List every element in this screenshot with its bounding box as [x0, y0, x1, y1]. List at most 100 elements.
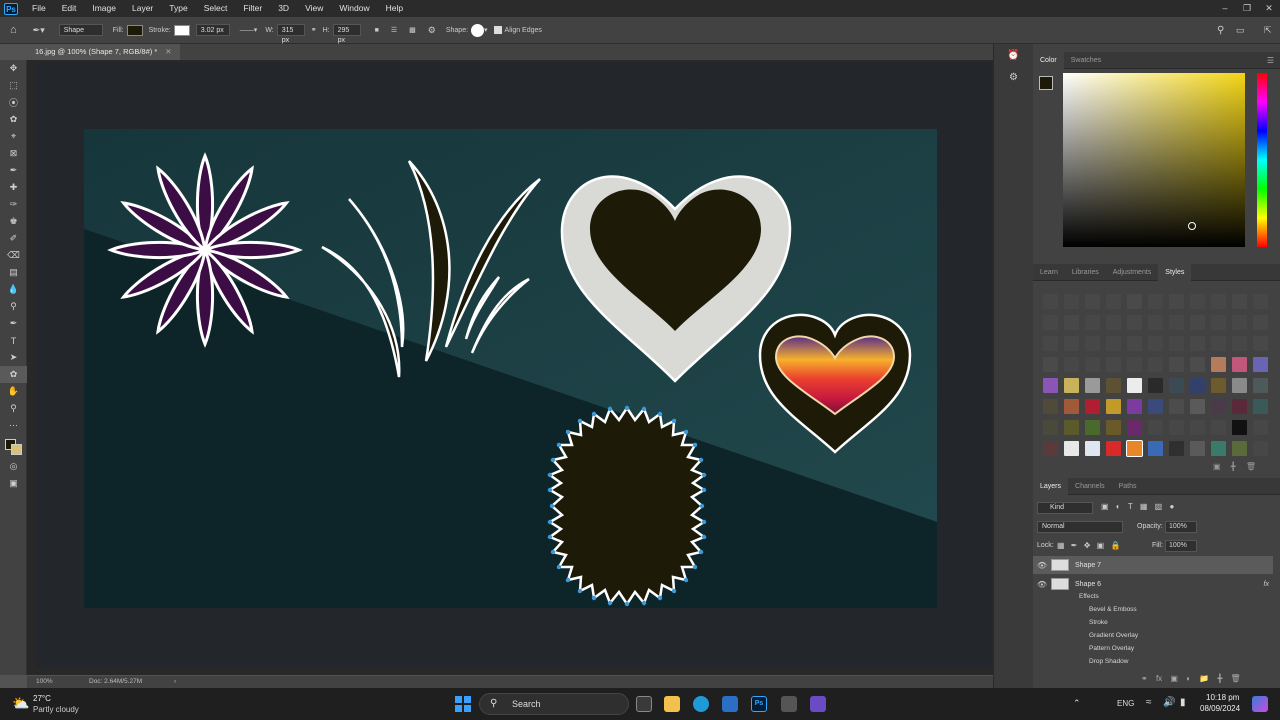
- style-swatch[interactable]: [1253, 315, 1268, 330]
- marquee-tool-icon[interactable]: ⬚: [0, 77, 27, 94]
- blur-tool-icon[interactable]: 💧: [0, 281, 27, 298]
- visibility-eye-icon[interactable]: 👁: [1033, 580, 1051, 589]
- style-swatch[interactable]: [1064, 399, 1079, 414]
- style-swatch[interactable]: [1085, 336, 1100, 351]
- style-swatch[interactable]: [1148, 315, 1163, 330]
- style-swatch[interactable]: [1190, 315, 1205, 330]
- lasso-tool-icon[interactable]: ⦿: [0, 94, 27, 111]
- style-swatch[interactable]: [1064, 441, 1079, 456]
- effect-stroke[interactable]: Stroke: [1089, 619, 1108, 626]
- tab-adjustments[interactable]: Adjustments: [1106, 264, 1159, 281]
- quick-select-tool-icon[interactable]: ✿: [0, 111, 27, 128]
- layer-name[interactable]: Shape 7: [1075, 562, 1101, 569]
- edge-browser-icon[interactable]: [693, 696, 709, 712]
- style-swatch[interactable]: [1232, 315, 1247, 330]
- style-swatch[interactable]: [1064, 336, 1079, 351]
- style-swatch[interactable]: [1127, 399, 1142, 414]
- style-swatch[interactable]: [1211, 315, 1226, 330]
- style-swatch[interactable]: [1085, 315, 1100, 330]
- stroke-swatch[interactable]: [173, 24, 190, 36]
- visibility-eye-icon[interactable]: 👁: [1033, 561, 1051, 570]
- style-swatch[interactable]: [1232, 294, 1247, 309]
- path-alignment-icon[interactable]: ☰: [391, 26, 397, 34]
- fill-input[interactable]: 100%: [1165, 540, 1197, 552]
- move-tool-icon[interactable]: ✥: [0, 60, 27, 77]
- type-tool-icon[interactable]: T: [0, 332, 27, 349]
- style-swatch[interactable]: [1232, 336, 1247, 351]
- layer-effects-badge[interactable]: fx: [1264, 581, 1269, 588]
- style-swatch[interactable]: [1106, 315, 1121, 330]
- style-swatch[interactable]: [1253, 336, 1268, 351]
- style-swatch[interactable]: [1211, 420, 1226, 435]
- menu-type[interactable]: Type: [161, 0, 195, 17]
- new-style-icon[interactable]: ╋: [1231, 462, 1236, 471]
- clock-time[interactable]: 10:18 pm: [1206, 693, 1239, 702]
- search-icon[interactable]: ⚲: [1217, 25, 1224, 36]
- taskbar-search[interactable]: ⚲ Search: [479, 693, 629, 715]
- trash-icon[interactable]: 🗑: [1231, 674, 1241, 683]
- photoshop-taskbar-icon[interactable]: Ps: [751, 696, 767, 712]
- workspace-icon[interactable]: ▭: [1236, 25, 1245, 36]
- new-group-icon[interactable]: 📁: [1199, 674, 1209, 683]
- style-swatch[interactable]: [1106, 294, 1121, 309]
- fill-swatch[interactable]: [126, 24, 143, 36]
- shape-picker[interactable]: [471, 23, 485, 37]
- minimize-icon[interactable]: –: [1214, 0, 1236, 17]
- style-swatch[interactable]: [1043, 420, 1058, 435]
- foreground-color-swatch[interactable]: [1039, 76, 1053, 90]
- properties-panel-icon[interactable]: ⚙: [1005, 72, 1023, 88]
- frame-tool-icon[interactable]: ⊠: [0, 145, 27, 162]
- color-picker-field[interactable]: [1063, 73, 1245, 247]
- lock-artboard-icon[interactable]: ▣: [1097, 541, 1105, 550]
- style-swatch[interactable]: [1190, 336, 1205, 351]
- crop-tool-icon[interactable]: ⌖: [0, 128, 27, 145]
- weather-description[interactable]: Partly cloudy: [33, 705, 79, 714]
- style-swatch[interactable]: [1064, 357, 1079, 372]
- style-swatch[interactable]: [1169, 420, 1184, 435]
- style-swatch[interactable]: [1106, 357, 1121, 372]
- image-canvas[interactable]: [84, 129, 937, 608]
- style-swatch[interactable]: [1148, 378, 1163, 393]
- tab-swatches[interactable]: Swatches: [1064, 52, 1108, 69]
- style-swatch[interactable]: [1043, 315, 1058, 330]
- style-swatch[interactable]: [1106, 399, 1121, 414]
- tray-chevron-icon[interactable]: ⌃: [1073, 698, 1081, 709]
- style-swatch[interactable]: [1211, 441, 1226, 456]
- volume-icon[interactable]: 🔊: [1163, 697, 1175, 708]
- style-swatch[interactable]: [1169, 399, 1184, 414]
- windows-start-icon[interactable]: [455, 696, 471, 712]
- style-swatch[interactable]: [1169, 357, 1184, 372]
- folder-icon[interactable]: ▣: [1213, 462, 1221, 471]
- language-indicator[interactable]: ENG: [1117, 699, 1134, 708]
- filter-smart-object-icon[interactable]: ▧: [1155, 502, 1163, 511]
- style-swatch[interactable]: [1169, 294, 1184, 309]
- menu-layer[interactable]: Layer: [124, 0, 161, 17]
- tab-learn[interactable]: Learn: [1033, 264, 1065, 281]
- filter-adjustment-icon[interactable]: ◐: [1116, 502, 1121, 511]
- style-swatch[interactable]: [1148, 357, 1163, 372]
- panel-menu-icon[interactable]: ☰: [1267, 56, 1274, 65]
- restore-icon[interactable]: ❐: [1236, 0, 1258, 17]
- style-swatch[interactable]: [1232, 399, 1247, 414]
- foreground-background-colors[interactable]: [0, 434, 27, 458]
- new-layer-icon[interactable]: ╋: [1217, 674, 1222, 683]
- layer-name[interactable]: Shape 6: [1075, 581, 1101, 588]
- menu-select[interactable]: Select: [196, 0, 236, 17]
- style-swatch[interactable]: [1043, 336, 1058, 351]
- path-arrangement-icon[interactable]: ▩: [409, 26, 416, 34]
- battery-icon[interactable]: ▮: [1180, 697, 1186, 708]
- style-swatch[interactable]: [1043, 357, 1058, 372]
- style-swatch[interactable]: [1253, 399, 1268, 414]
- style-swatch[interactable]: [1064, 315, 1079, 330]
- style-swatch[interactable]: [1085, 420, 1100, 435]
- height-input[interactable]: 295 px: [332, 24, 361, 44]
- task-view-icon[interactable]: [636, 696, 652, 712]
- style-swatch[interactable]: [1211, 399, 1226, 414]
- filter-toggle-icon[interactable]: ●: [1169, 502, 1174, 511]
- home-icon[interactable]: ⌂: [10, 24, 17, 36]
- style-swatch[interactable]: [1211, 294, 1226, 309]
- style-swatch[interactable]: [1232, 420, 1247, 435]
- style-swatch[interactable]: [1169, 441, 1184, 456]
- menu-help[interactable]: Help: [378, 0, 411, 17]
- effect-gradient-overlay[interactable]: Gradient Overlay: [1089, 632, 1138, 639]
